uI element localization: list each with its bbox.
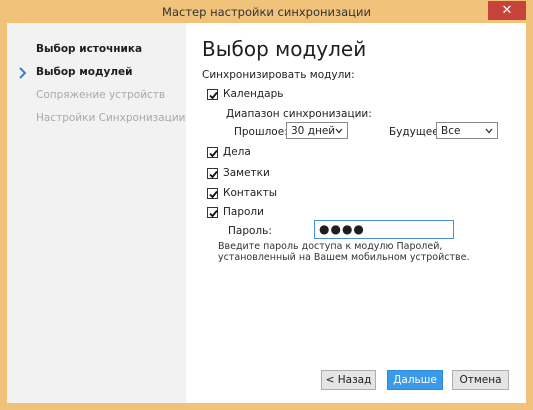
notes-label: Заметки — [223, 167, 270, 179]
tasks-checkbox[interactable] — [207, 147, 218, 158]
past-range-value: 30 дней — [291, 125, 336, 137]
wizard-steps-sidebar: Выбор источника Выбор модулей Сопряжение… — [7, 23, 186, 403]
past-label: Прошлое: — [234, 126, 288, 138]
checkmark-icon — [209, 91, 218, 100]
title-bar: Мастер настройки синхронизации ✕ — [0, 0, 533, 23]
close-button[interactable]: ✕ — [488, 1, 526, 20]
wizard-window: Мастер настройки синхронизации ✕ Выбор и… — [0, 0, 533, 410]
cancel-button[interactable]: Отмена — [452, 370, 509, 390]
calendar-checkbox[interactable] — [207, 89, 218, 100]
password-label: Пароль: — [228, 225, 272, 237]
sync-range-label: Диапазон синхронизации: — [226, 108, 372, 120]
chevron-down-icon — [485, 128, 493, 134]
next-button[interactable]: Дальше > — [387, 370, 443, 404]
calendar-label: Календарь — [223, 88, 284, 100]
checkmark-icon — [209, 170, 218, 179]
step-select-source[interactable]: Выбор источника — [36, 43, 142, 55]
future-range-value: Все — [441, 125, 461, 137]
contacts-checkbox[interactable] — [207, 188, 218, 199]
checkmark-icon — [209, 149, 218, 158]
sync-modules-label: Синхронизировать модули: — [202, 69, 355, 81]
checkmark-icon — [209, 209, 218, 218]
future-label: Будущее: — [389, 126, 443, 138]
passwords-checkbox[interactable] — [207, 207, 218, 218]
checkmark-icon — [209, 190, 218, 199]
step-device-pairing: Сопряжение устройств — [36, 89, 166, 101]
tasks-label: Дела — [223, 146, 251, 158]
past-range-select[interactable]: 30 дней — [286, 122, 348, 139]
current-step-arrow-icon — [19, 67, 27, 79]
password-input[interactable]: ●●●● — [314, 220, 454, 239]
notes-checkbox[interactable] — [207, 168, 218, 179]
back-button[interactable]: < Назад — [321, 370, 376, 390]
page-title: Выбор модулей — [202, 37, 367, 61]
window-title: Мастер настройки синхронизации — [162, 5, 371, 19]
passwords-label: Пароли — [223, 206, 264, 218]
wizard-main-panel: Выбор модулей Синхронизировать модули: К… — [186, 23, 526, 404]
password-hint: Введите пароль доступа к модулю Паролей,… — [218, 241, 470, 263]
chevron-down-icon — [335, 128, 343, 134]
wizard-client-area: Выбор источника Выбор модулей Сопряжение… — [7, 23, 526, 404]
step-sync-settings: Настройки Синхронизации — [36, 112, 186, 124]
step-select-modules[interactable]: Выбор модулей — [36, 66, 133, 78]
contacts-label: Контакты — [223, 187, 278, 199]
password-value: ●●●● — [319, 222, 365, 236]
future-range-select[interactable]: Все — [436, 122, 498, 139]
